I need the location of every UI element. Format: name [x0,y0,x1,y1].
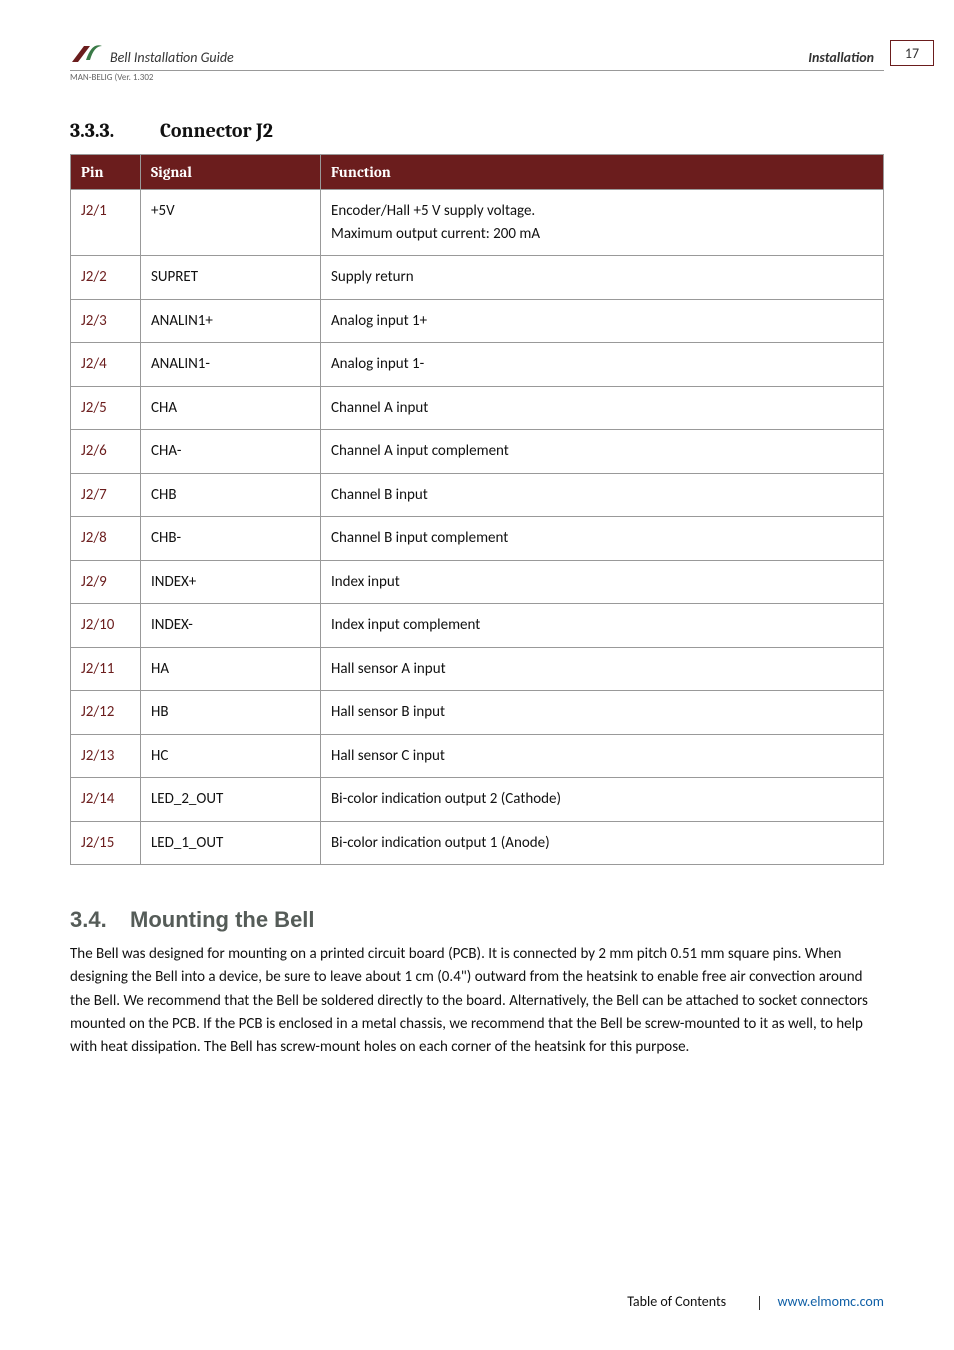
toc-link[interactable]: Table of Contents [627,1293,726,1310]
section-label: Installation [808,49,874,68]
website-link[interactable]: www.elmomc.com [777,1293,884,1310]
cell-signal: LED_1_OUT [141,821,321,865]
col-pin: Pin [71,155,141,190]
cell-signal: INDEX+ [141,560,321,604]
cell-function: Channel A input complement [321,430,884,474]
cell-function: Encoder/Hall +5 V supply voltage.Maximum… [321,190,884,256]
cell-function: Hall sensor A input [321,647,884,691]
cell-signal: HB [141,691,321,735]
cell-signal: CHB [141,473,321,517]
col-function: Function [321,155,884,190]
cell-signal: CHB- [141,517,321,561]
heading-mounting: 3.4.Mounting the Bell [70,907,884,933]
table-row: J2/13HCHall sensor C input [71,734,884,778]
page-number: 17 [905,45,919,62]
cell-signal: ANALIN1- [141,343,321,387]
cell-function: Analog input 1+ [321,299,884,343]
cell-function: Index input complement [321,604,884,648]
cell-signal: INDEX- [141,604,321,648]
table-row: J2/4ANALIN1-Analog input 1- [71,343,884,387]
cell-pin: J2/2 [71,256,141,300]
page-footer: Table of Contents www.elmomc.com [627,1293,884,1310]
cell-function: Bi-color indication output 1 (Anode) [321,821,884,865]
page-header: Bell Installation Guide Installation [70,40,884,71]
cell-function: Analog input 1- [321,343,884,387]
cell-pin: J2/10 [71,604,141,648]
cell-pin: J2/9 [71,560,141,604]
cell-pin: J2/13 [71,734,141,778]
mounting-paragraph: The Bell was designed for mounting on a … [70,943,884,1059]
heading-text: Mounting the Bell [130,907,315,932]
table-row: J2/10INDEX-Index input complement [71,604,884,648]
table-row: J2/15LED_1_OUTBi-color indication output… [71,821,884,865]
table-row: J2/11HAHall sensor A input [71,647,884,691]
cell-function: Hall sensor B input [321,691,884,735]
table-row: J2/8CHB-Channel B input complement [71,517,884,561]
logo-icon [70,40,104,68]
cell-pin: J2/8 [71,517,141,561]
heading-text: Connector J2 [160,119,273,142]
heading-number: 3.3.3. [70,119,160,142]
cell-function: Channel B input [321,473,884,517]
table-row: J2/14LED_2_OUTBi-color indication output… [71,778,884,822]
cell-function: Hall sensor C input [321,734,884,778]
cell-signal: SUPRET [141,256,321,300]
cell-signal: CHA [141,386,321,430]
table-row: J2/1+5VEncoder/Hall +5 V supply voltage.… [71,190,884,256]
footer-separator [759,1296,760,1310]
cell-signal: CHA- [141,430,321,474]
cell-signal: HC [141,734,321,778]
cell-pin: J2/1 [71,190,141,256]
table-row: J2/2SUPRETSupply return [71,256,884,300]
table-row: J2/12HBHall sensor B input [71,691,884,735]
cell-pin: J2/12 [71,691,141,735]
cell-pin: J2/11 [71,647,141,691]
cell-pin: J2/7 [71,473,141,517]
col-signal: Signal [141,155,321,190]
cell-function: Supply return [321,256,884,300]
heading-number: 3.4. [70,907,130,933]
version-line: MAN-BELIG (Ver. 1.302 [70,72,884,83]
cell-pin: J2/4 [71,343,141,387]
cell-pin: J2/6 [71,430,141,474]
table-row: J2/3ANALIN1+Analog input 1+ [71,299,884,343]
cell-signal: LED_2_OUT [141,778,321,822]
cell-function: Channel B input complement [321,517,884,561]
cell-pin: J2/3 [71,299,141,343]
guide-title: Bell Installation Guide [110,49,234,68]
connector-j2-table: Pin Signal Function J2/1+5VEncoder/Hall … [70,154,884,865]
table-row: J2/9INDEX+Index input [71,560,884,604]
cell-function: Bi-color indication output 2 (Cathode) [321,778,884,822]
table-row: J2/7CHBChannel B input [71,473,884,517]
cell-function: Channel A input [321,386,884,430]
cell-function: Index input [321,560,884,604]
heading-connector-j2: 3.3.3.Connector J2 [70,119,884,142]
table-row: J2/6CHA-Channel A input complement [71,430,884,474]
cell-signal: +5V [141,190,321,256]
cell-pin: J2/15 [71,821,141,865]
cell-signal: HA [141,647,321,691]
table-row: J2/5CHAChannel A input [71,386,884,430]
cell-pin: J2/5 [71,386,141,430]
cell-signal: ANALIN1+ [141,299,321,343]
page-number-badge: 17 [890,40,934,66]
cell-pin: J2/14 [71,778,141,822]
